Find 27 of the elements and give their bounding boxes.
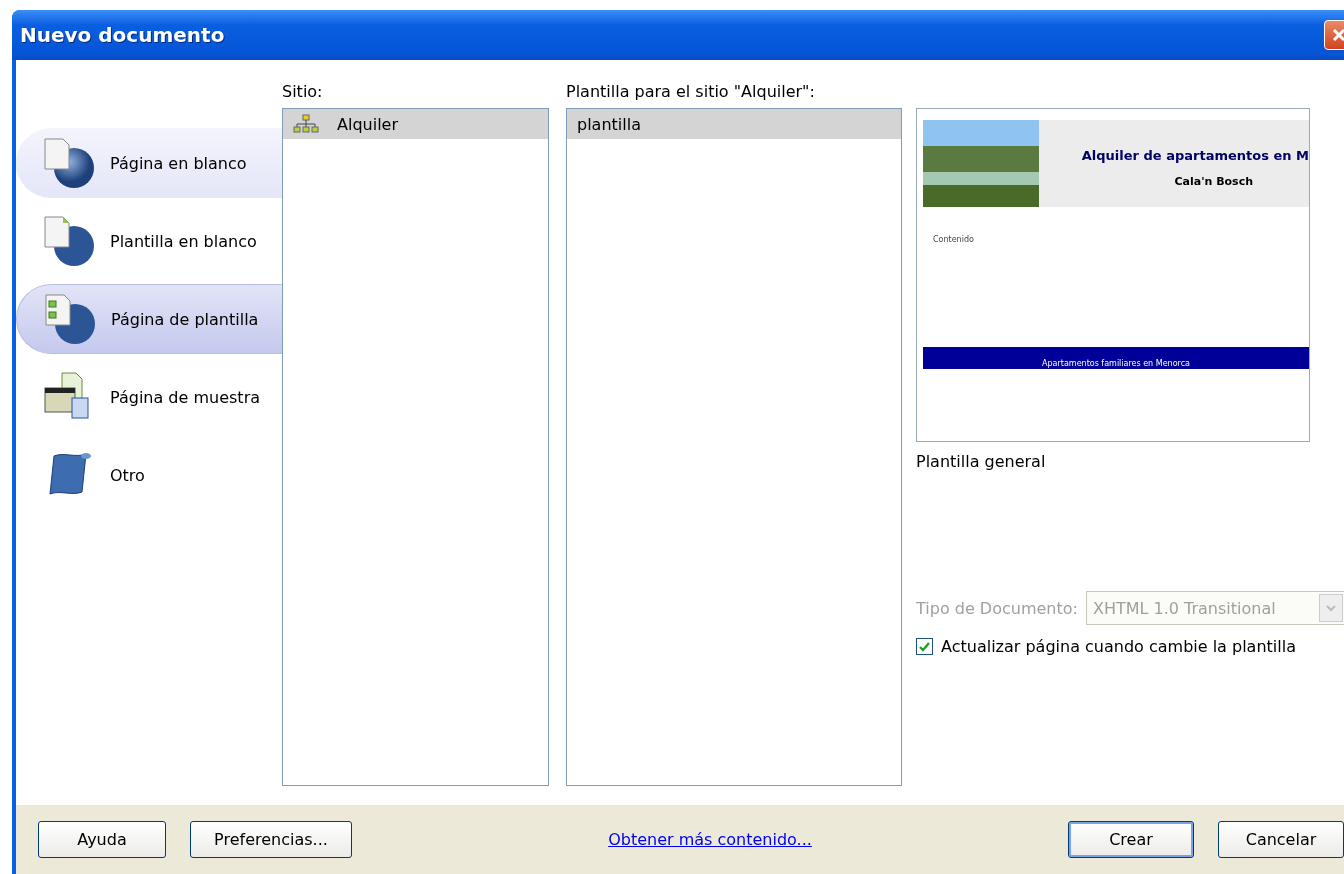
window-title: Nuevo documento (20, 23, 225, 47)
category-item[interactable]: Página de muestra (16, 362, 282, 432)
check-icon (919, 641, 930, 652)
dialog-button[interactable]: Preferencias... (190, 821, 352, 858)
category-item[interactable]: Página en blanco (16, 128, 282, 198)
category-item[interactable]: Página de plantilla (16, 284, 282, 354)
site-tree-icon (293, 114, 319, 134)
close-icon (1331, 27, 1344, 43)
list-label: Plantilla para el sitio "Alquiler": (566, 81, 816, 103)
more-content-link[interactable]: Obtener más contenido... (608, 830, 812, 849)
list-item[interactable]: plantilla (567, 109, 901, 139)
category-item[interactable]: Otro (16, 440, 282, 510)
checkbox-label: Actualizar página cuando cambie la plantilla (941, 637, 1296, 656)
dialog-button[interactable]: Ayuda (38, 821, 166, 858)
caret-icon (1325, 604, 1336, 612)
preview-heading: Alquiler de apartamentos en M (1081, 148, 1309, 163)
dialog-button[interactable]: Cancelar (1218, 821, 1344, 858)
list-label: Sitio: (282, 81, 324, 103)
doc-type-label: Tipo de Documento: (916, 598, 1078, 618)
category-item[interactable]: Plantilla en blanco (16, 206, 282, 276)
preview-subheading: Cala'n Bosch (1174, 175, 1253, 188)
preview-footer: Apartamentos familiares en Menorca (923, 347, 1309, 369)
list-item[interactable]: Alquiler (283, 109, 548, 139)
dialog-button[interactable]: Crear (1068, 821, 1194, 858)
preview-content: Contenido (933, 235, 975, 246)
checkbox[interactable] (916, 638, 933, 655)
template-name: Plantilla general (916, 452, 1047, 471)
